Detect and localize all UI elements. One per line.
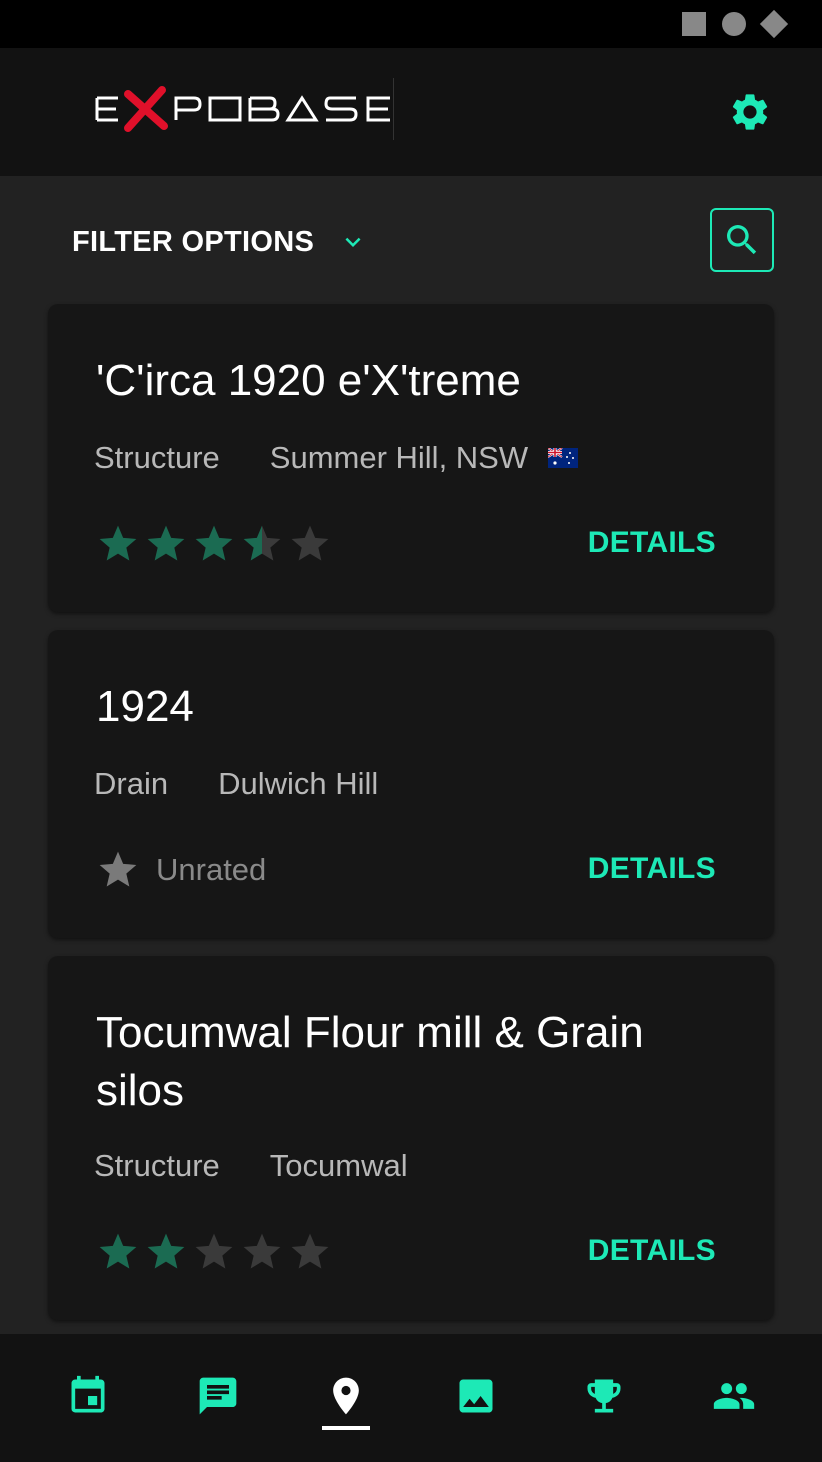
australia-flag-icon	[548, 448, 579, 468]
active-tab-indicator	[322, 1426, 370, 1430]
star-icon	[291, 1233, 329, 1269]
card-title: 'C'irca 1920 e'X'treme	[96, 356, 521, 405]
star-icon	[243, 525, 281, 561]
site-card: 1924 Drain Dulwich Hill Unrated DETAILS	[48, 630, 774, 938]
card-title: 1924	[96, 682, 194, 731]
details-button[interactable]: DETAILS	[588, 526, 716, 560]
unrated-indicator: Unrated	[96, 848, 266, 892]
card-location: Dulwich Hill	[218, 766, 379, 801]
square-icon	[682, 12, 706, 36]
filter-options-toggle[interactable]: FILTER OPTIONS	[72, 222, 368, 262]
star-icon	[195, 1233, 233, 1269]
map-pin-icon[interactable]	[324, 1374, 368, 1418]
status-bar	[0, 0, 822, 48]
site-card: 'C'irca 1920 e'X'treme Structure Summer …	[48, 304, 774, 612]
details-button[interactable]: DETAILS	[588, 852, 716, 886]
card-meta: Structure Tocumwal	[94, 1148, 408, 1184]
star-icon	[99, 525, 137, 561]
star-icon	[195, 525, 233, 561]
logo-x-mark	[124, 86, 168, 132]
star-rating	[96, 1230, 336, 1274]
message-icon[interactable]	[196, 1374, 240, 1418]
card-title: Tocumwal Flour mill & Grain silos	[96, 1008, 644, 1115]
diamond-icon	[759, 9, 789, 39]
star-icon	[291, 525, 329, 561]
card-type: Drain	[94, 766, 169, 801]
search-button[interactable]	[710, 208, 774, 272]
gear-icon[interactable]	[728, 90, 772, 134]
card-location: Summer Hill, NSW	[269, 440, 529, 475]
people-icon[interactable]	[712, 1374, 756, 1418]
image-icon[interactable]	[454, 1374, 498, 1418]
chevron-down-icon	[345, 237, 361, 247]
search-icon	[727, 225, 757, 255]
card-meta: Structure Summer Hill, NSW	[94, 440, 579, 476]
card-meta: Drain Dulwich Hill	[94, 766, 378, 802]
card-type: Structure	[94, 1148, 220, 1183]
site-card: Tocumwal Flour mill & Grain silos Struct…	[48, 956, 774, 1320]
details-button[interactable]: DETAILS	[588, 1234, 716, 1268]
star-icon	[147, 1233, 185, 1269]
trophy-icon[interactable]	[582, 1374, 626, 1418]
star-icon	[243, 1233, 281, 1269]
star-rating	[96, 522, 336, 566]
star-icon	[99, 851, 137, 887]
expobase-logo	[94, 78, 394, 140]
circle-icon	[722, 12, 746, 36]
filter-options-label: FILTER OPTIONS	[72, 225, 315, 258]
unrated-label: Unrated	[156, 852, 267, 887]
card-location: Tocumwal	[269, 1148, 408, 1183]
bottom-nav	[0, 1334, 822, 1462]
star-icon	[147, 525, 185, 561]
card-type: Structure	[94, 440, 220, 475]
star-icon	[99, 1233, 137, 1269]
calendar-icon[interactable]	[66, 1374, 110, 1418]
